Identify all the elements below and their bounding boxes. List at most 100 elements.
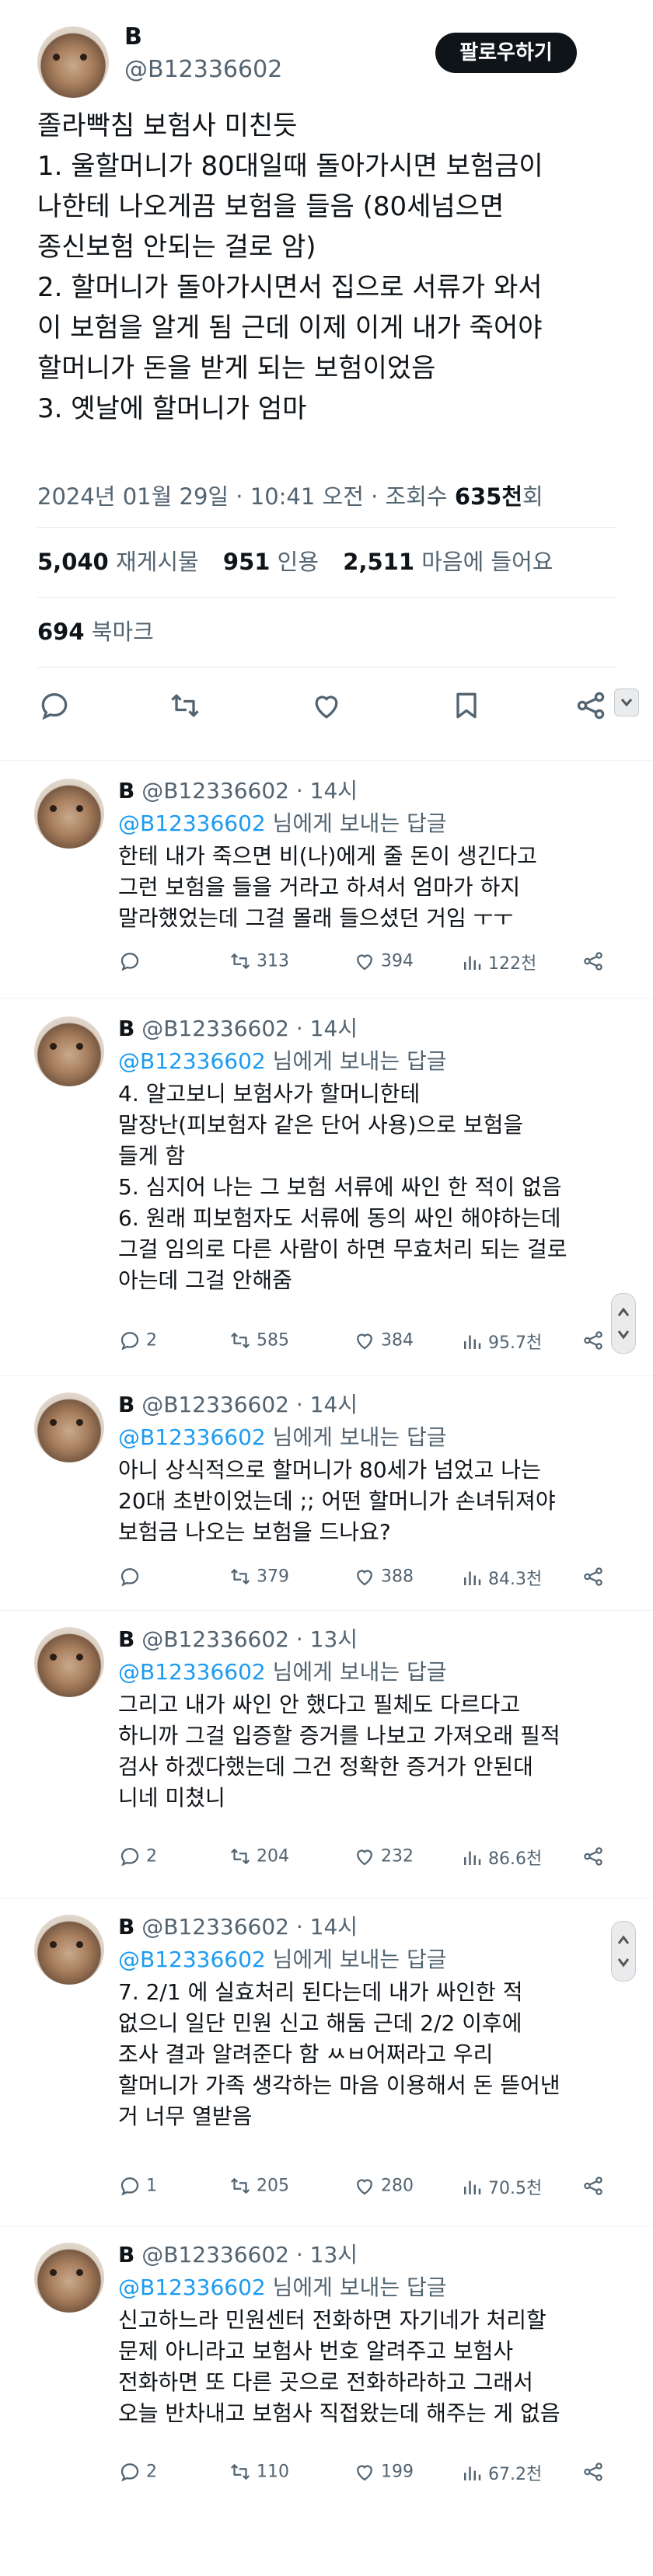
avatar[interactable] (34, 2243, 104, 2313)
reply-button[interactable]: 2 (118, 1329, 157, 1357)
reply-author[interactable]: B (118, 1016, 134, 1041)
reply-text-line: 7. 2/1 에 실효처리 된다는데 내가 싸인한 적 (118, 1979, 523, 2005)
mention-link[interactable]: @B12336602 (118, 2274, 266, 2300)
share-button[interactable] (581, 1845, 609, 1873)
avatar[interactable] (34, 1016, 104, 1086)
retweet-button[interactable]: 205 (229, 2174, 289, 2202)
quote-count[interactable]: 951 (223, 549, 271, 575)
retweet-icon[interactable] (168, 688, 210, 730)
heart-icon[interactable] (309, 688, 351, 730)
share-icon[interactable] (574, 688, 616, 730)
repost-count[interactable]: 5,040 (37, 549, 109, 575)
reply-header: B @B12336602 · 14시 (118, 1388, 358, 1419)
reply-text-line: 들게 함 (118, 1143, 186, 1169)
retweet-button[interactable]: 379 (229, 1565, 289, 1593)
mention-link[interactable]: @B12336602 (118, 810, 266, 836)
avatar[interactable] (34, 779, 104, 849)
views-button[interactable]: 70.5천 (460, 2174, 542, 2202)
reply-handle-time[interactable]: @B12336602 · 13시 (141, 2242, 358, 2268)
view-count: 122천 (488, 954, 537, 974)
retweet-count: 204 (257, 1846, 289, 1867)
avatar[interactable] (34, 1915, 104, 1985)
like-button[interactable]: 199 (353, 2460, 414, 2488)
reply-text-line: 20대 초반이었는데 ;; 어떤 할머니가 손녀뒤져야 (118, 1488, 556, 1514)
reply-handle-time[interactable]: @B12336602 · 14시 (141, 778, 358, 803)
like-button[interactable]: 280 (353, 2174, 414, 2202)
reply-handle-time[interactable]: @B12336602 · 13시 (141, 1626, 358, 1652)
reply-tweet[interactable]: B @B12336602 · 13시 @B12336602 님에게 보내는 답글… (0, 2226, 653, 2576)
reply-button[interactable] (118, 1565, 146, 1593)
share-icon (584, 2463, 602, 2481)
views-button[interactable]: 67.2천 (460, 2460, 542, 2488)
like-button[interactable]: 394 (353, 950, 414, 978)
retweet-button[interactable]: 585 (229, 1329, 289, 1357)
reply-tweet[interactable]: B @B12336602 · 14시 @B12336602 님에게 보내는 답글… (0, 1375, 653, 1610)
reply-author[interactable]: B (118, 2242, 134, 2268)
reply-button[interactable] (118, 950, 146, 978)
reply-author[interactable]: B (118, 1392, 134, 1417)
reply-button[interactable]: 2 (118, 1845, 157, 1873)
reply-text-line: 니네 미쳤니 (118, 1785, 225, 1811)
bookmark-icon[interactable] (449, 688, 491, 730)
reply-author[interactable]: B (118, 1626, 134, 1652)
author-name[interactable]: B (124, 23, 142, 51)
reply-action-bar: 313 394 122천 (118, 950, 616, 978)
mention-link[interactable]: @B12336602 (118, 1424, 266, 1450)
retweet-button[interactable]: 313 (229, 950, 289, 978)
bookmark-stats[interactable]: 694 북마크 (37, 614, 154, 647)
reply-author[interactable]: B (118, 1914, 134, 1940)
retweet-count: 110 (257, 2462, 289, 2482)
mention-link[interactable]: @B12336602 (118, 1048, 266, 1074)
retweet-icon (230, 1569, 250, 1584)
reply-button[interactable]: 2 (118, 2460, 157, 2488)
reply-tweet[interactable]: B @B12336602 · 14시 @B12336602 님에게 보내는 답글… (0, 998, 653, 1375)
quote-label[interactable]: 인용 (278, 549, 319, 575)
reply-text-line: 할머니가 가족 생각하는 마음 이용해서 돈 뜯어낸 (118, 2072, 560, 2098)
reply-tweet[interactable]: B @B12336602 · 13시 @B12336602 님에게 보내는 답글… (0, 1610, 653, 1898)
follow-button[interactable]: 팔로우하기 (435, 33, 577, 73)
avatar[interactable] (37, 26, 109, 98)
mention-link[interactable]: @B12336602 (118, 1659, 266, 1685)
avatar[interactable] (34, 1627, 104, 1697)
views-button[interactable]: 84.3천 (460, 1565, 542, 1593)
reply-handle-time[interactable]: @B12336602 · 14시 (141, 1392, 358, 1417)
scroll-handle[interactable] (611, 1293, 636, 1354)
reply-handle-time[interactable]: @B12336602 · 14시 (141, 1016, 358, 1041)
scroll-down-button[interactable] (614, 688, 639, 716)
scroll-handle[interactable] (611, 1921, 636, 1982)
share-button[interactable] (581, 2174, 609, 2202)
reply-icon[interactable] (37, 688, 79, 730)
share-button[interactable] (581, 1329, 609, 1357)
replying-to-label: 님에게 보내는 답글 (265, 1424, 447, 1450)
replying-to: @B12336602 님에게 보내는 답글 (118, 1044, 447, 1075)
like-button[interactable]: 232 (353, 1845, 414, 1873)
retweet-count: 585 (257, 1330, 289, 1351)
share-button[interactable] (581, 2460, 609, 2488)
author-handle[interactable]: @B12336602 (124, 56, 282, 83)
avatar[interactable] (34, 1393, 104, 1462)
like-button[interactable]: 384 (353, 1329, 414, 1357)
share-button[interactable] (581, 1565, 609, 1593)
retweet-button[interactable]: 110 (229, 2460, 289, 2488)
reply-tweet[interactable]: B @B12336602 · 14시 @B12336602 님에게 보내는 답글… (0, 1898, 653, 2226)
views-button[interactable]: 95.7천 (460, 1329, 542, 1357)
post-datetime[interactable]: 2024년 01월 29일 · 10:41 오전 · 조회수 (37, 483, 455, 510)
reply-tweet[interactable]: B @B12336602 · 14시 @B12336602 님에게 보내는 답글… (0, 760, 653, 998)
reply-icon (120, 1848, 139, 1867)
reply-author[interactable]: B (118, 778, 134, 803)
like-label[interactable]: 마음에 들어요 (421, 549, 553, 575)
retweet-button[interactable]: 204 (229, 1845, 289, 1873)
reply-text-line: 그걸 임의로 다른 사람이 하면 무효처리 되는 걸로 (118, 1236, 567, 1262)
reply-handle-time[interactable]: @B12336602 · 14시 (141, 1914, 358, 1940)
mention-link[interactable]: @B12336602 (118, 1947, 266, 1972)
retweet-icon (230, 1849, 250, 1864)
reply-icon (120, 1568, 139, 1587)
share-button[interactable] (581, 950, 609, 978)
like-button[interactable]: 388 (353, 1565, 414, 1593)
views-button[interactable]: 86.6천 (460, 1845, 542, 1873)
like-count[interactable]: 2,511 (343, 549, 414, 575)
repost-label[interactable]: 재게시물 (116, 549, 199, 575)
retweet-count: 313 (257, 951, 289, 971)
views-button[interactable]: 122천 (460, 950, 536, 978)
reply-button[interactable]: 1 (118, 2174, 157, 2202)
